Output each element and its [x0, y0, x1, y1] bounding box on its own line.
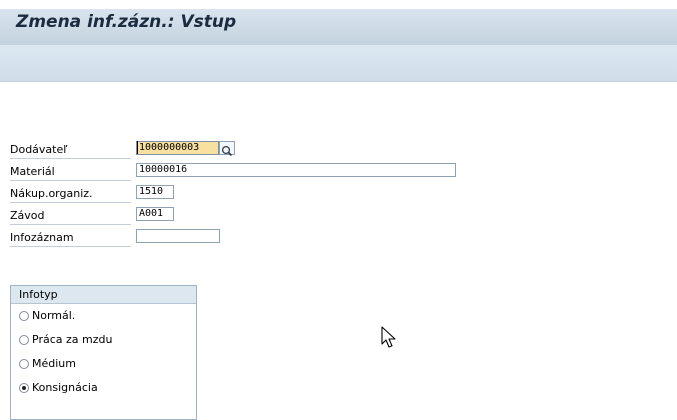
- infotype-group-header: Infotyp: [11, 286, 196, 304]
- field-label-vendor: Dodávateľ: [10, 141, 131, 159]
- purch-org-input[interactable]: 1510: [136, 185, 174, 199]
- top-strip: [0, 0, 677, 9]
- plant-input[interactable]: A001: [136, 207, 174, 221]
- info-record-input[interactable]: [136, 229, 220, 243]
- title-bar: Zmena inf.zázn.: Vstup: [0, 9, 677, 45]
- radio-button-icon[interactable]: [19, 311, 29, 321]
- infotype-group: Infotyp Normál. Práca za mzdu Médium Kon…: [10, 285, 197, 420]
- field-label-plant: Závod: [10, 207, 131, 225]
- mouse-cursor-icon: [381, 326, 396, 348]
- radio-label-subcontracting: Práca za mzdu: [32, 333, 113, 346]
- radio-button-icon[interactable]: [19, 359, 29, 369]
- field-label-material: Materiál: [10, 163, 131, 181]
- radio-label-pipeline: Médium: [32, 357, 76, 370]
- field-label-purch-org: Nákup.organiz.: [10, 185, 131, 203]
- radio-button-icon[interactable]: [19, 335, 29, 345]
- vendor-value-help-button[interactable]: [219, 141, 235, 157]
- search-icon: [221, 145, 233, 157]
- vendor-input[interactable]: 1000000003: [136, 141, 219, 155]
- infotype-group-title: Infotyp: [19, 288, 58, 301]
- page-title: Zmena inf.zázn.: Vstup: [16, 12, 237, 32]
- field-label-info-record: Infozáznam: [10, 229, 131, 247]
- radio-label-consignment: Konsignácia: [32, 381, 98, 394]
- radio-button-selected-icon[interactable]: [19, 383, 29, 393]
- text-caret: [137, 141, 138, 154]
- radio-label-normal: Normál.: [32, 309, 76, 322]
- material-input[interactable]: 10000016: [136, 163, 456, 177]
- application-toolbar: [0, 45, 677, 82]
